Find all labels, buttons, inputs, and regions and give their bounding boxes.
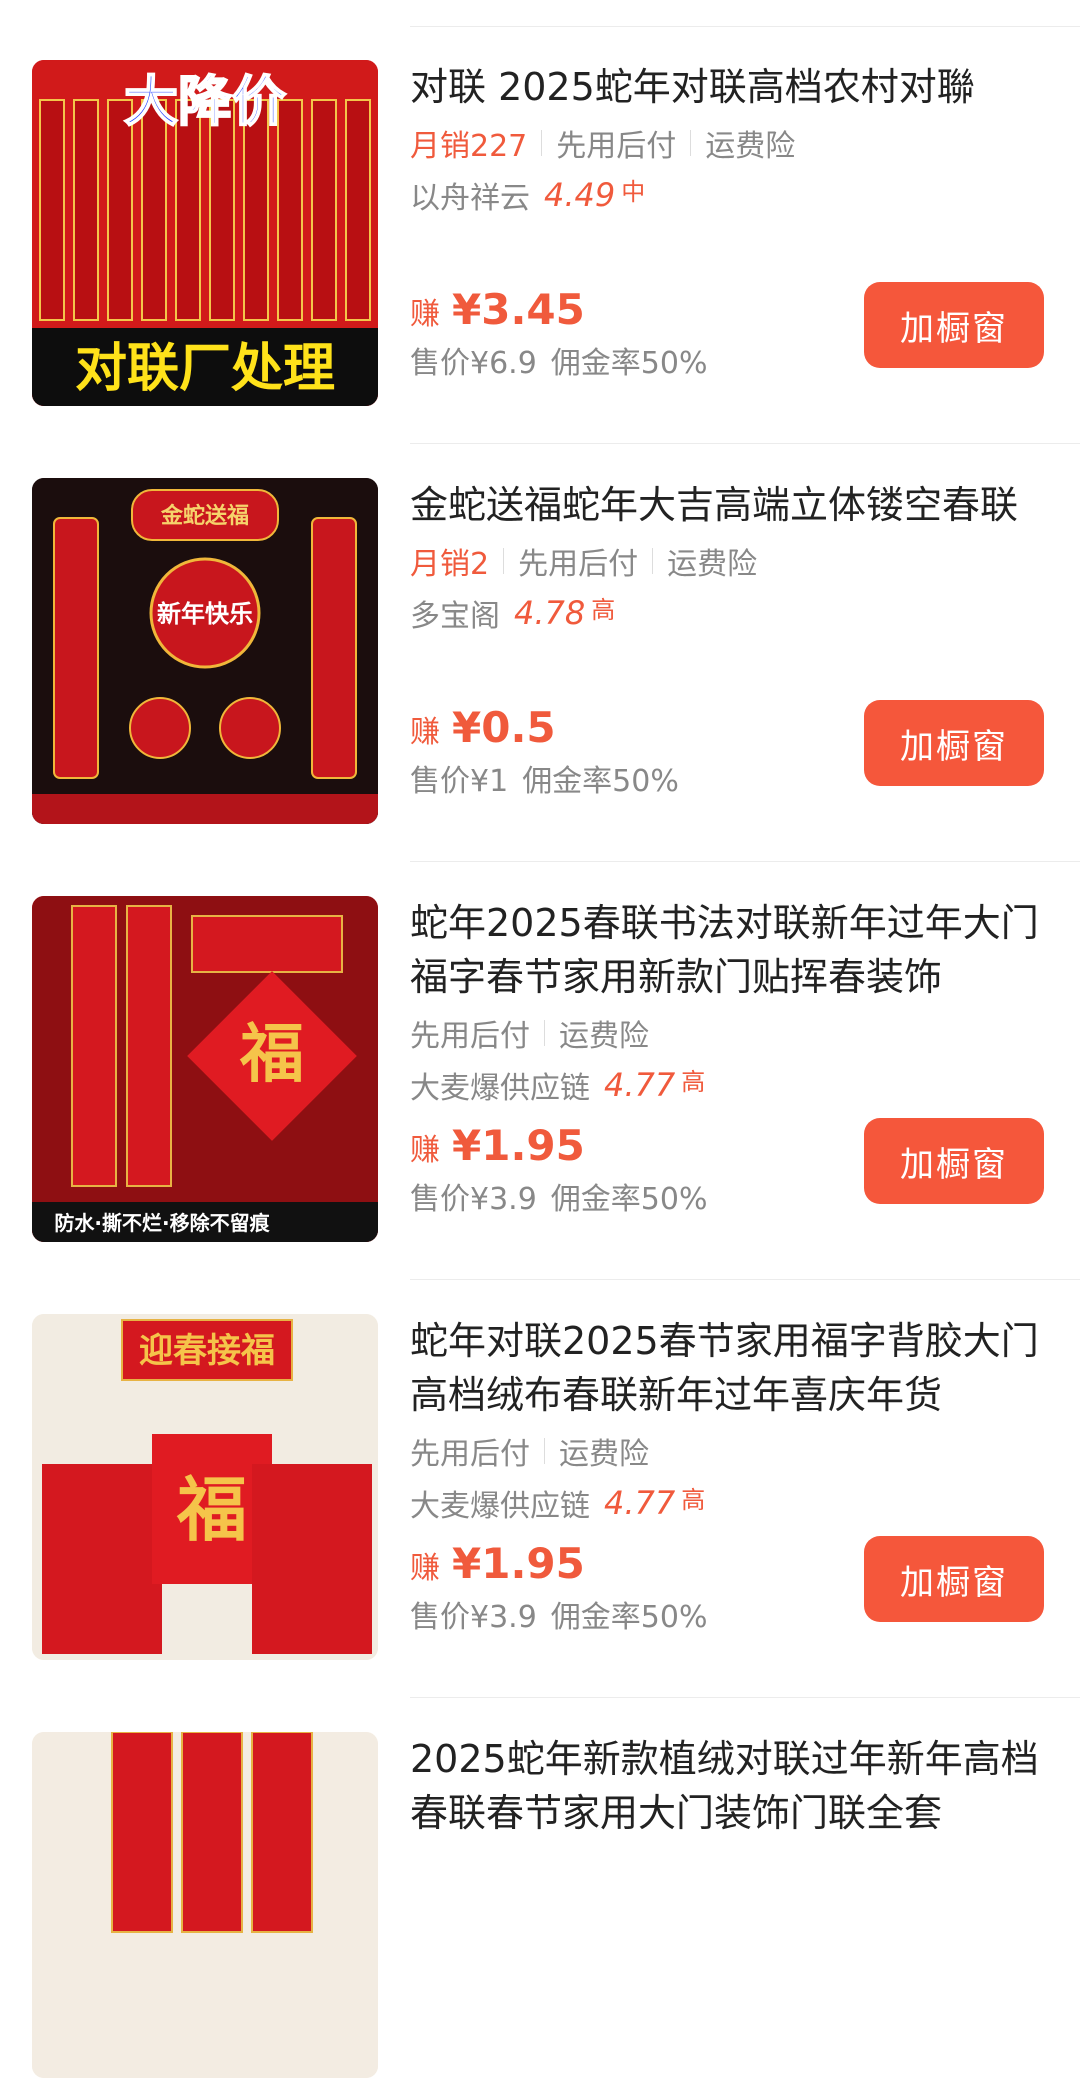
- price-row: 售价¥6.9 佣金率50%: [410, 338, 707, 382]
- product-image-graphic: 福 防水·撕不烂·移除不留痕: [32, 896, 378, 1242]
- product-image[interactable]: 迎春接福 福: [32, 1314, 378, 1660]
- product-tags: 月销227 先用后付 运费险: [410, 118, 1044, 168]
- shop-score: 4.49: [544, 176, 616, 214]
- earn-row: 赚 ¥1.95: [410, 1121, 707, 1170]
- shop-name: 多宝阁: [410, 599, 500, 634]
- add-to-showcase-button[interactable]: 加橱窗: [864, 1118, 1044, 1204]
- price-row: 售价¥1 佣金率50%: [410, 756, 679, 800]
- image-headline: 福: [239, 1018, 304, 1092]
- product-title[interactable]: 金蛇送福蛇年大吉高端立体镂空春联: [410, 478, 1044, 532]
- shop-name: 大麦爆供应链: [410, 1489, 590, 1524]
- sale-price: 售价¥3.9: [410, 1182, 537, 1217]
- commission-rate: 佣金率50%: [522, 764, 679, 799]
- earn-amount: ¥3.45: [452, 285, 585, 334]
- tag-pay-later: 先用后付: [527, 121, 676, 165]
- shop-score: 4.77: [604, 1066, 676, 1104]
- product-image[interactable]: 福 防水·撕不烂·移除不留痕: [32, 896, 378, 1242]
- image-caption: 防水·撕不烂·移除不留痕: [54, 1211, 270, 1235]
- earn-row: 赚 ¥0.5: [410, 703, 679, 752]
- shop-grade: 高: [681, 1067, 706, 1096]
- product-image[interactable]: 大降价 对联厂处理: [32, 60, 378, 406]
- shop-info: 多宝阁 4.78 高: [410, 586, 1044, 640]
- add-to-showcase-button[interactable]: 加橱窗: [864, 1536, 1044, 1622]
- sale-price: 售价¥1: [410, 764, 509, 799]
- earn-label: 赚: [410, 1133, 440, 1168]
- shop-score: 4.77: [604, 1484, 676, 1522]
- shop-name: 大麦爆供应链: [410, 1071, 590, 1106]
- earn-row: 赚 ¥1.95: [410, 1539, 707, 1588]
- monthly-sales: 月销2: [410, 547, 490, 582]
- add-to-showcase-button[interactable]: 加橱窗: [864, 282, 1044, 368]
- shop-grade: 高: [681, 1485, 706, 1514]
- sale-price: 售价¥6.9: [410, 346, 537, 381]
- image-caption: 对联厂处理: [75, 339, 335, 399]
- product-title[interactable]: 蛇年2025春联书法对联新年过年大门福字春节家用新款门贴挥春装饰: [410, 896, 1044, 1004]
- earn-amount: ¥1.95: [452, 1121, 585, 1170]
- shop-score: 4.78: [514, 594, 586, 632]
- product-tags: 先用后付 运费险: [410, 1426, 1044, 1476]
- image-headline: 大降价: [124, 70, 286, 133]
- add-to-showcase-button[interactable]: 加橱窗: [864, 700, 1044, 786]
- shop-name: 以舟祥云: [410, 181, 530, 216]
- commission-rate: 佣金率50%: [550, 346, 708, 381]
- product-card[interactable]: 迎春接福 福 蛇年对联2025春节家用福字背胶大门高档绒布春联新年过年喜庆年货 …: [0, 1280, 1080, 1698]
- product-title[interactable]: 对联 2025蛇年对联高档农村对聯: [410, 60, 1044, 114]
- tag-pay-later: 先用后付: [489, 539, 638, 583]
- earn-amount: ¥0.5: [452, 703, 556, 752]
- shop-info: 以舟祥云 4.49 中: [410, 168, 1044, 222]
- product-tags: 月销2 先用后付 运费险: [410, 536, 1044, 586]
- shop-info: 大麦爆供应链 4.77 高: [410, 1058, 1044, 1112]
- product-image-graphic: 迎春接福 福: [32, 1314, 378, 1660]
- image-headline: 金蛇送福: [160, 503, 249, 529]
- tag-shipping-insurance: 运费险: [530, 1429, 649, 1473]
- product-tags: 先用后付 运费险: [410, 1008, 1044, 1058]
- image-headline: 迎春接福: [139, 1331, 275, 1371]
- product-image[interactable]: 金蛇送福 新年快乐: [32, 478, 378, 824]
- earn-label: 赚: [410, 715, 440, 750]
- product-image[interactable]: [32, 1732, 378, 2078]
- product-title[interactable]: 蛇年对联2025春节家用福字背胶大门高档绒布春联新年过年喜庆年货: [410, 1314, 1044, 1422]
- image-caption: 新年快乐: [157, 600, 253, 628]
- product-image-graphic: 大降价 对联厂处理: [32, 60, 378, 406]
- commission-rate: 佣金率50%: [550, 1600, 708, 1635]
- product-card[interactable]: 金蛇送福 新年快乐 金蛇送福蛇年大吉高端立体镂空春联 月销2 先用后付 运费险 …: [0, 444, 1080, 862]
- tag-shipping-insurance: 运费险: [638, 539, 757, 583]
- shop-grade: 中: [621, 177, 646, 206]
- earn-amount: ¥1.95: [452, 1539, 585, 1588]
- price-row: 售价¥3.9 佣金率50%: [410, 1592, 707, 1636]
- sale-price: 售价¥3.9: [410, 1600, 537, 1635]
- product-card[interactable]: 大降价 对联厂处理 对联 2025蛇年对联高档农村对聯 月销227 先用后付 运…: [0, 26, 1080, 444]
- earn-label: 赚: [410, 1551, 440, 1586]
- product-title[interactable]: 2025蛇年新款植绒对联过年新年高档春联春节家用大门装饰门联全套: [410, 1732, 1044, 1840]
- shop-info: 大麦爆供应链 4.77 高: [410, 1476, 1044, 1530]
- shop-grade: 高: [591, 595, 616, 624]
- tag-pay-later: 先用后付: [410, 1437, 530, 1472]
- monthly-sales: 月销227: [410, 129, 528, 164]
- tag-pay-later: 先用后付: [410, 1019, 530, 1054]
- tag-shipping-insurance: 运费险: [676, 121, 795, 165]
- product-card[interactable]: 福 防水·撕不烂·移除不留痕 蛇年2025春联书法对联新年过年大门福字春节家用新…: [0, 862, 1080, 1280]
- earn-label: 赚: [410, 297, 440, 332]
- product-image-graphic: 金蛇送福 新年快乐: [32, 478, 378, 824]
- product-image-graphic: [32, 1732, 378, 2078]
- tag-shipping-insurance: 运费险: [530, 1011, 649, 1055]
- earn-row: 赚 ¥3.45: [410, 285, 707, 334]
- product-card[interactable]: 2025蛇年新款植绒对联过年新年高档春联春节家用大门装饰门联全套: [0, 1698, 1080, 2078]
- price-row: 售价¥3.9 佣金率50%: [410, 1174, 707, 1218]
- commission-rate: 佣金率50%: [550, 1182, 708, 1217]
- image-caption: 福: [176, 1469, 247, 1551]
